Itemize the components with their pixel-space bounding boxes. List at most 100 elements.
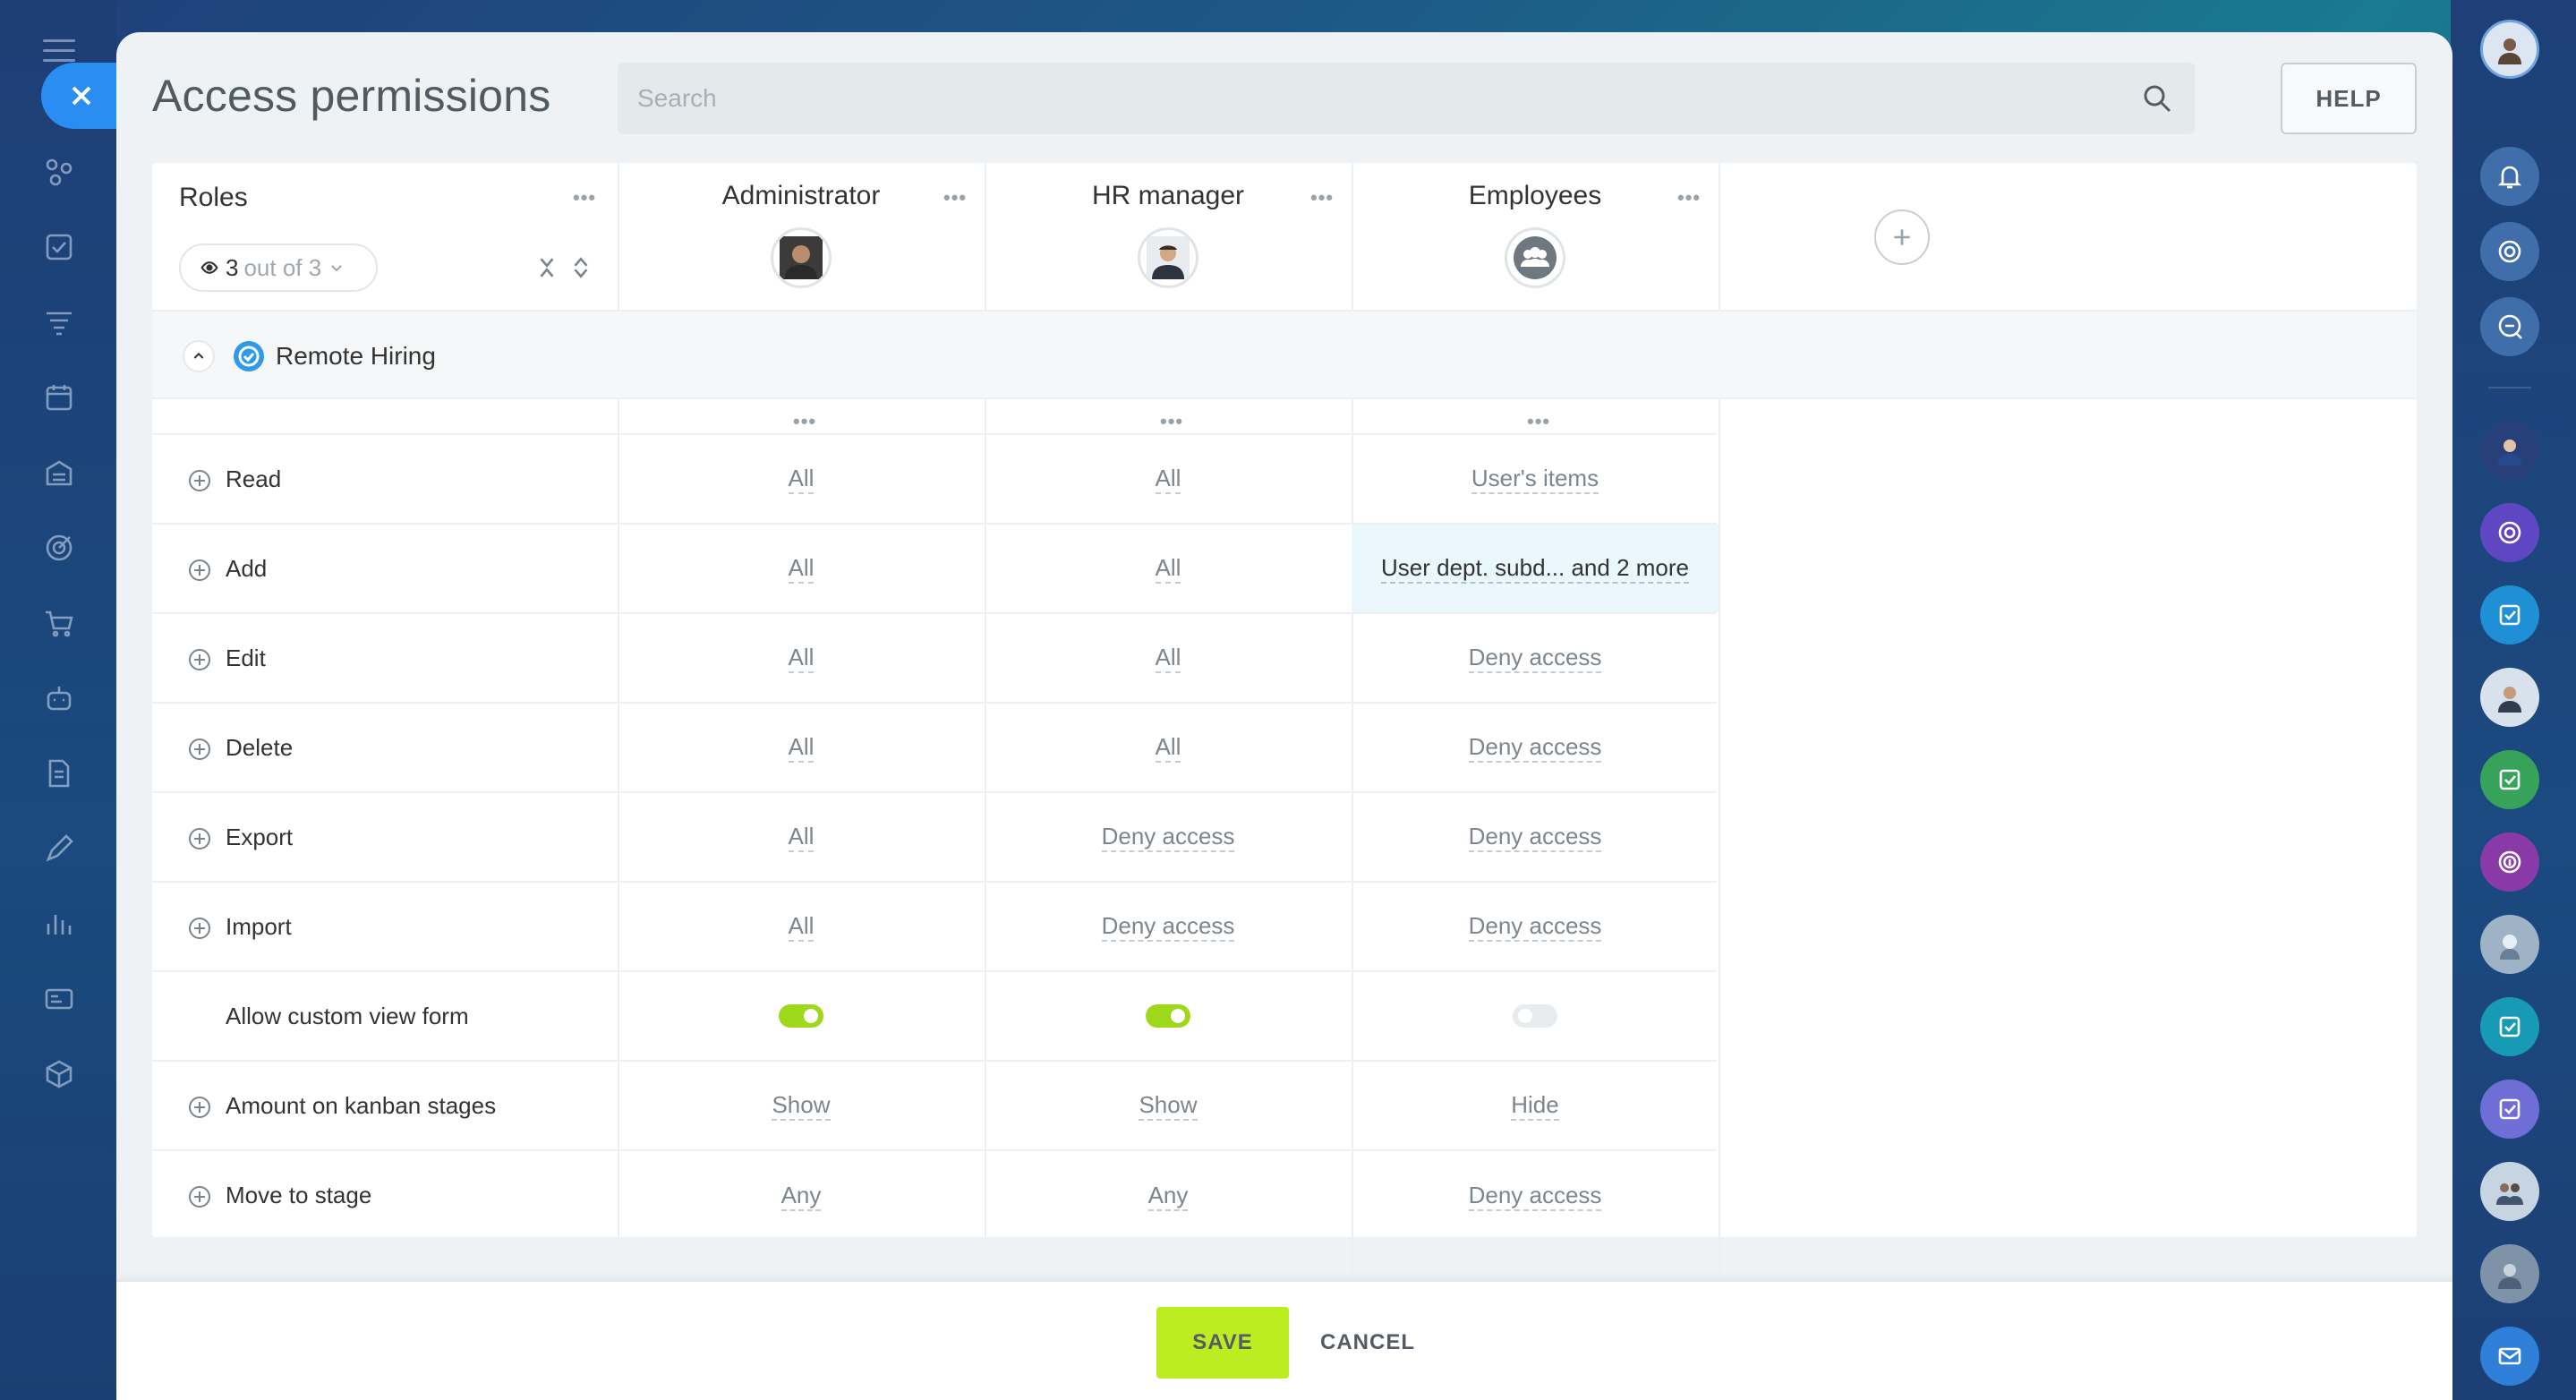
permission-value[interactable]: All [788,644,815,673]
permission-cell[interactable]: All [618,614,985,702]
task-chat-icon-3[interactable] [2480,997,2539,1056]
permission-cell[interactable]: Deny access [1352,883,1719,970]
permission-value[interactable]: User's items [1471,465,1599,494]
permission-cell[interactable]: Hide [1352,1062,1719,1149]
permission-cell[interactable]: All [618,435,985,523]
permission-value[interactable]: All [1155,644,1181,673]
toggle-switch-on[interactable] [1146,1004,1190,1028]
chart-icon[interactable] [39,904,79,943]
robot-icon[interactable] [39,679,79,718]
expand-plus-icon[interactable] [188,827,211,850]
permission-cell[interactable]: Deny access [985,793,1352,881]
column-actions-icon[interactable]: ••• [793,412,816,431]
notifications-icon[interactable] [2480,147,2539,206]
permission-value[interactable]: All [788,823,815,852]
permission-cell[interactable]: All [618,883,985,970]
chat-avatar-1[interactable] [2480,421,2539,480]
permission-cell[interactable]: All [618,793,985,881]
crm-icon[interactable] [39,152,79,192]
column-actions-icon[interactable]: ••• [1160,412,1183,431]
id-card-icon[interactable] [39,979,79,1019]
expand-plus-icon[interactable] [188,738,211,761]
expand-plus-icon[interactable] [188,917,211,940]
add-role-button[interactable] [1874,209,1930,265]
column-more-icon[interactable]: ••• [943,188,967,208]
cube-icon[interactable] [39,1054,79,1094]
permission-cell[interactable]: Deny access [985,883,1352,970]
expand-plus-icon[interactable] [188,648,211,671]
permission-cell[interactable]: User's items [1352,435,1719,523]
permission-cell[interactable]: Deny access [1352,704,1719,791]
roles-filter-pill[interactable]: 3 out of 3 [179,243,378,292]
permission-value[interactable]: Any [780,1182,822,1211]
permission-cell[interactable]: Show [618,1062,985,1149]
permission-value[interactable]: Deny access [1468,733,1602,763]
permission-cell-highlighted[interactable]: User dept. subd... and 2 more [1352,525,1719,612]
group-chat-avatar[interactable] [2480,1162,2539,1221]
document-icon[interactable] [39,754,79,793]
permission-cell[interactable]: Deny access [1352,1151,1719,1241]
permission-cell[interactable]: All [985,525,1352,612]
chat-avatar-3[interactable] [2480,915,2539,974]
target-icon[interactable] [39,528,79,568]
expand-plus-icon[interactable] [188,559,211,582]
cancel-button[interactable]: CANCEL [1309,1307,1427,1379]
column-more-icon[interactable]: ••• [1677,188,1701,208]
close-slider-button[interactable] [41,63,122,129]
task-chat-icon-4[interactable] [2480,1080,2539,1139]
tasks-icon[interactable] [39,227,79,267]
permission-value[interactable]: All [788,465,815,494]
permission-cell[interactable]: Any [985,1151,1352,1241]
permission-cell[interactable]: Show [985,1062,1352,1149]
expand-plus-icon[interactable] [188,1096,211,1119]
permission-value[interactable]: Deny access [1468,1182,1602,1211]
chat-avatar-2[interactable] [2480,668,2539,727]
permission-cell[interactable]: Deny access [1352,793,1719,881]
permission-value[interactable]: Show [772,1091,831,1121]
copilot-chat-icon[interactable] [2480,503,2539,562]
expand-plus-icon[interactable] [188,469,211,492]
permission-cell[interactable]: All [618,525,985,612]
column-actions-icon[interactable]: ••• [1527,412,1550,431]
permission-cell[interactable]: All [985,704,1352,791]
permission-value[interactable]: Any [1147,1182,1189,1211]
task-chat-icon-2[interactable] [2480,750,2539,809]
permission-value[interactable]: All [1155,554,1181,584]
permission-cell[interactable]: All [985,614,1352,702]
permission-cell[interactable]: Deny access [1352,614,1719,702]
chat-avatar-4[interactable] [2480,1244,2539,1303]
search-input[interactable] [618,63,2195,134]
collapse-all-icon[interactable] [535,256,559,279]
mail-icon[interactable] [2480,1327,2539,1386]
permission-value[interactable]: Show [1139,1091,1198,1121]
permission-cell[interactable]: All [618,704,985,791]
filter-icon[interactable] [39,303,79,342]
storage-icon[interactable] [39,453,79,492]
permission-cell[interactable]: Any [618,1151,985,1241]
search-icon[interactable] [2141,82,2173,115]
search-chat-icon[interactable] [2480,297,2539,356]
section-collapse-button[interactable] [183,340,215,372]
permission-cell[interactable]: All [985,435,1352,523]
fingerprint-chat-icon[interactable] [2480,832,2539,892]
user-avatar[interactable] [2480,20,2539,79]
roles-more-icon[interactable]: ••• [573,188,596,208]
permission-value[interactable]: Deny access [1101,823,1235,852]
permission-value[interactable]: Deny access [1468,644,1602,673]
expand-all-icon[interactable] [569,256,593,279]
permission-value[interactable]: All [1155,733,1181,763]
column-more-icon[interactable]: ••• [1310,188,1334,208]
cart-icon[interactable] [39,603,79,643]
permission-value[interactable]: All [788,554,815,584]
permission-value[interactable]: Deny access [1468,912,1602,942]
toggle-switch-off[interactable] [1513,1004,1557,1028]
permission-value[interactable]: All [788,912,815,942]
permission-value[interactable]: Hide [1511,1091,1559,1121]
permission-value[interactable]: All [1155,465,1181,494]
pen-icon[interactable] [39,829,79,868]
expand-plus-icon[interactable] [188,1185,211,1208]
calendar-icon[interactable] [39,378,79,417]
task-chat-icon-1[interactable] [2480,585,2539,645]
permission-value[interactable]: Deny access [1468,823,1602,852]
permission-value[interactable]: User dept. subd... and 2 more [1381,554,1689,584]
